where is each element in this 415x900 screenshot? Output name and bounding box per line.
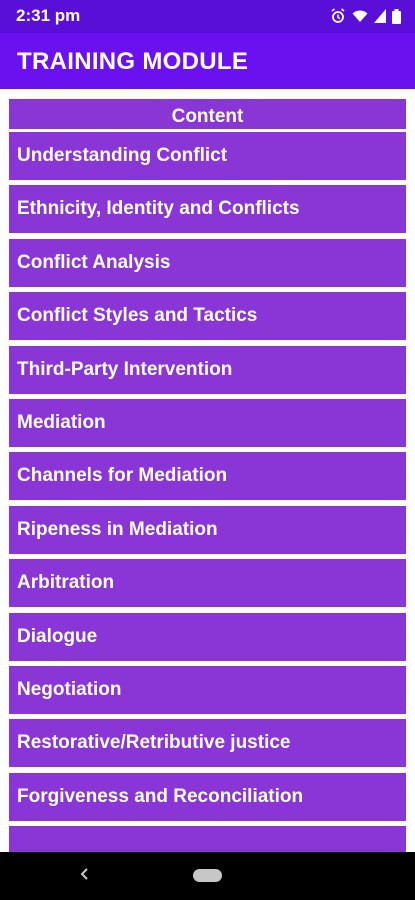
- list-item[interactable]: Forgiveness and Reconciliation: [9, 772, 406, 821]
- list-item-partial[interactable]: [9, 826, 406, 852]
- list-item[interactable]: Mediation: [9, 398, 406, 447]
- back-icon[interactable]: [78, 864, 92, 889]
- list-item[interactable]: Ripeness in Mediation: [9, 505, 406, 554]
- list-item[interactable]: Arbitration: [9, 559, 406, 608]
- status-icons: [330, 8, 401, 24]
- content-area: Content Understanding Conflict Ethnicity…: [0, 89, 415, 852]
- list-item[interactable]: Conflict Styles and Tactics: [9, 292, 406, 341]
- home-pill-icon[interactable]: [193, 869, 222, 882]
- wifi-icon: [352, 9, 368, 23]
- signal-icon: [374, 9, 386, 23]
- module-list: Content Understanding Conflict Ethnicity…: [9, 99, 406, 852]
- list-item[interactable]: Negotiation: [9, 665, 406, 714]
- list-item[interactable]: Dialogue: [9, 612, 406, 661]
- list-item[interactable]: Restorative/Retributive justice: [9, 719, 406, 768]
- list-item[interactable]: Third-Party Intervention: [9, 345, 406, 394]
- list-item[interactable]: Conflict Analysis: [9, 238, 406, 287]
- battery-icon: [392, 8, 401, 24]
- app-bar: TRAINING MODULE: [0, 33, 415, 89]
- list-item[interactable]: Ethnicity, Identity and Conflicts: [9, 185, 406, 234]
- list-header: Content: [9, 99, 406, 129]
- navigation-bar: [0, 852, 415, 900]
- status-time: 2:31 pm: [16, 6, 81, 25]
- alarm-icon: [330, 8, 346, 24]
- status-bar: 2:31 pm: [0, 0, 415, 33]
- list-item[interactable]: Understanding Conflict: [9, 132, 406, 180]
- app-title: TRAINING MODULE: [17, 48, 249, 75]
- list-item[interactable]: Channels for Mediation: [9, 452, 406, 501]
